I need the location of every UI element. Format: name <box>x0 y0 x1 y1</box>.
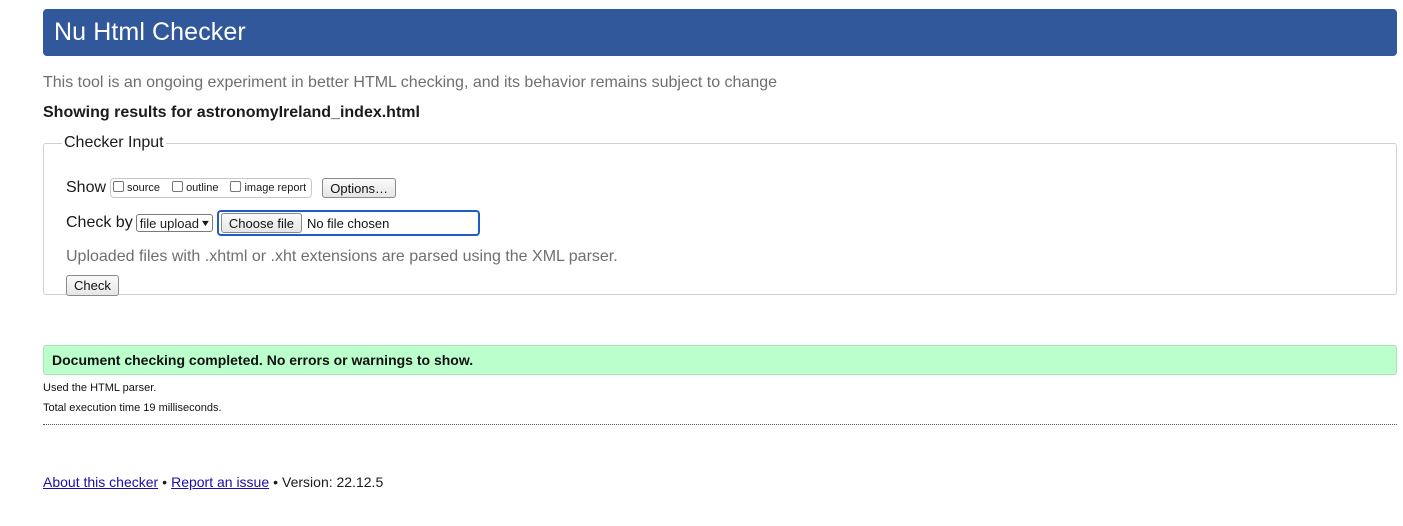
execution-time: Total execution time 19 milliseconds. <box>43 402 222 414</box>
divider <box>43 424 1397 425</box>
checker-input-fieldset: Checker Input Show source outline image … <box>43 134 1397 296</box>
checker-input-legend: Checker Input <box>64 134 164 151</box>
report-issue-link[interactable]: Report an issue <box>171 474 269 490</box>
show-row: Show source outline image report Options… <box>66 178 397 198</box>
check-by-label: Check by <box>66 214 133 231</box>
show-outline-option[interactable]: outline <box>172 180 219 194</box>
check-button[interactable]: Check <box>66 275 119 296</box>
footer: About this checker • Report an issue • Versi… <box>43 474 383 490</box>
show-label: Show <box>66 179 107 196</box>
page-title: Nu Html Checker <box>54 18 246 46</box>
footer-separator: • <box>162 474 168 490</box>
footer-separator: • <box>273 474 279 490</box>
file-status-text: No file chosen <box>306 215 390 231</box>
results-for-heading: Showing results for astronomyIreland_ind… <box>43 104 420 121</box>
intro-text: This tool is an ongoing experiment in be… <box>43 74 778 91</box>
outline-checkbox-label: outline <box>186 182 219 194</box>
image-report-checkbox[interactable] <box>230 180 242 192</box>
page: Nu Html Checker This tool is an ongoing … <box>0 0 1403 526</box>
show-image-report-option[interactable]: image report <box>230 180 307 194</box>
source-checkbox-label: source <box>127 182 161 194</box>
check-by-selected-value: file upload <box>139 215 199 231</box>
options-button[interactable]: Options… <box>322 178 397 198</box>
show-options-group: source outline image report <box>110 178 313 198</box>
chevron-down-icon: ▼ <box>199 218 212 228</box>
version-text: Version: 22.12.5 <box>282 474 384 490</box>
upload-note: Uploaded files with .xhtml or .xht exten… <box>66 248 618 265</box>
about-checker-link[interactable]: About this checker <box>43 474 158 490</box>
source-checkbox[interactable] <box>113 180 125 192</box>
success-message: Document checking completed. No errors o… <box>43 345 1397 375</box>
check-by-select[interactable]: file upload ▼ <box>135 214 213 232</box>
header-bar: Nu Html Checker <box>43 9 1397 56</box>
parser-note: Used the HTML parser. <box>43 382 157 394</box>
file-input[interactable]: Choose file No file chosen <box>216 210 480 236</box>
image-report-checkbox-label: image report <box>244 182 307 194</box>
check-by-row: Check by file upload ▼ Choose file No fi… <box>66 210 480 236</box>
choose-file-button[interactable]: Choose file <box>220 213 302 233</box>
show-source-option[interactable]: source <box>113 180 161 194</box>
outline-checkbox[interactable] <box>172 180 184 192</box>
